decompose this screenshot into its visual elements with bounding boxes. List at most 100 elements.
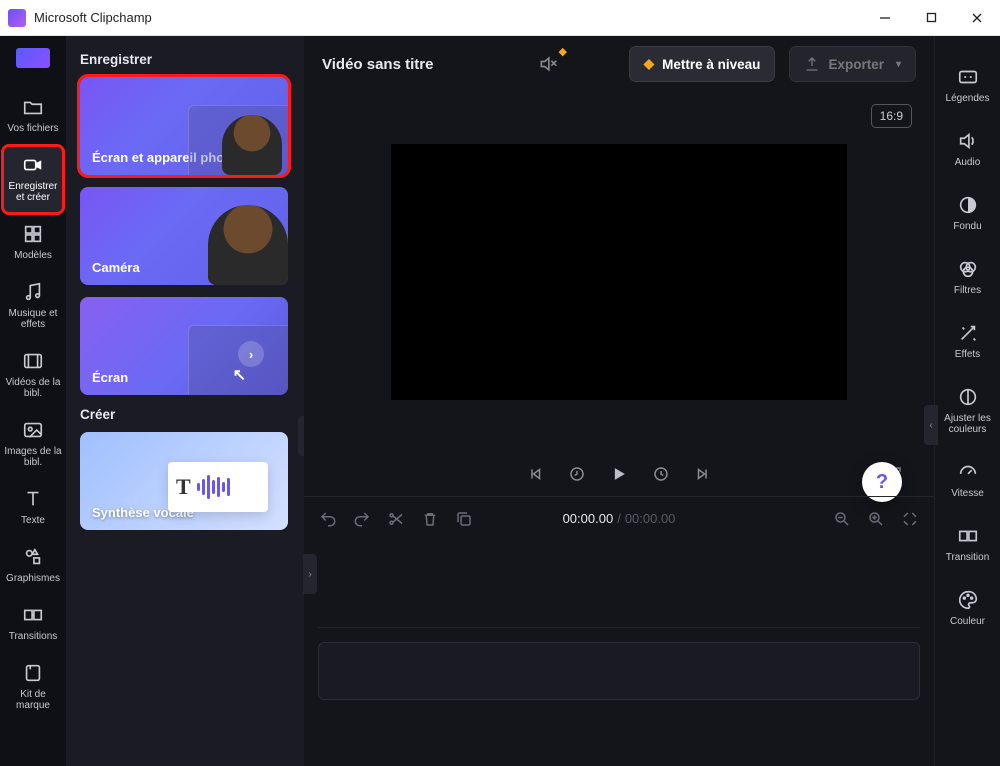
skip-end-button[interactable] <box>693 464 713 484</box>
duplicate-button[interactable] <box>454 509 474 529</box>
maximize-button[interactable] <box>908 0 954 36</box>
speed-icon <box>957 461 979 483</box>
text-icon <box>22 488 44 510</box>
preview-area: 16:9 <box>304 92 934 452</box>
prop-label: Effets <box>955 349 980 360</box>
card-screen-and-camera[interactable]: Écran et appareil photo <box>80 77 288 175</box>
transition-icon <box>22 604 44 626</box>
mute-icon[interactable]: ◆ <box>537 53 559 75</box>
forward-button[interactable] <box>651 464 671 484</box>
nav-graphics[interactable]: Graphismes <box>3 538 63 594</box>
timeline-track-placeholder[interactable] <box>318 642 920 700</box>
folder-icon <box>22 96 44 118</box>
music-icon <box>22 281 44 303</box>
right-properties-rail: Légendes Audio Fondu Filtres Effets Ajus… <box>934 36 1000 766</box>
zoom-in-button[interactable] <box>866 509 886 529</box>
upgrade-label: Mettre à niveau <box>662 57 760 72</box>
prop-label: Légendes <box>946 93 990 104</box>
audio-icon <box>957 130 979 152</box>
prop-filters[interactable]: Filtres <box>938 252 998 302</box>
video-preview[interactable] <box>391 144 847 400</box>
prop-audio[interactable]: Audio <box>938 124 998 174</box>
split-button[interactable] <box>386 509 406 529</box>
filters-icon <box>957 258 979 280</box>
prop-label: Ajuster les couleurs <box>938 413 998 435</box>
transition-prop-icon <box>957 525 979 547</box>
card-camera[interactable]: Caméra <box>80 187 288 285</box>
window-controls <box>862 0 1000 36</box>
nav-library-videos[interactable]: Vidéos de la bibl. <box>3 342 63 409</box>
minimize-button[interactable] <box>862 0 908 36</box>
panel-section-record: Enregistrer <box>80 52 290 67</box>
zoom-out-button[interactable] <box>832 509 852 529</box>
timeline-area[interactable]: › <box>304 540 934 766</box>
templates-icon <box>22 223 44 245</box>
app-icon <box>8 9 26 27</box>
nav-transitions[interactable]: Transitions <box>3 596 63 652</box>
image-icon <box>22 419 44 441</box>
captions-icon <box>957 66 979 88</box>
prop-label: Filtres <box>954 285 981 296</box>
prop-fade[interactable]: Fondu <box>938 188 998 238</box>
card-label: Écran <box>92 370 128 385</box>
nav-your-files[interactable]: Vos fichiers <box>3 88 63 144</box>
upgrade-button[interactable]: ◆ Mettre à niveau <box>629 46 776 82</box>
nav-brand-kit[interactable]: Kit de marque <box>3 654 63 721</box>
redo-button[interactable] <box>352 509 372 529</box>
export-button[interactable]: Exporter ▾ <box>789 46 916 82</box>
aspect-ratio-badge[interactable]: 16:9 <box>871 104 912 128</box>
collapse-right-rail-button[interactable]: ‹ <box>924 405 938 445</box>
card-screen[interactable]: › ↖ Écran <box>80 297 288 395</box>
nav-label: Modèles <box>14 250 52 261</box>
skip-start-button[interactable] <box>525 464 545 484</box>
video-title-input[interactable] <box>322 56 523 73</box>
close-button[interactable] <box>954 0 1000 36</box>
chevron-down-icon: ▾ <box>896 59 901 70</box>
arrow-circle-icon: › <box>238 341 264 367</box>
undo-button[interactable] <box>318 509 338 529</box>
prop-label: Audio <box>955 157 981 168</box>
nav-templates[interactable]: Modèles <box>3 215 63 271</box>
export-label: Exporter <box>828 57 884 72</box>
clipchamp-logo-icon[interactable] <box>16 48 50 68</box>
editor-topbar: ◆ ◆ Mettre à niveau Exporter ▾ <box>304 36 934 92</box>
prop-effects[interactable]: Effets <box>938 316 998 366</box>
panel-section-create: Créer <box>80 407 290 422</box>
window-titlebar: Microsoft Clipchamp <box>0 0 1000 36</box>
shapes-icon <box>22 546 44 568</box>
play-button[interactable] <box>609 464 629 484</box>
nav-label: Musique et effets <box>3 308 63 330</box>
nav-record-create[interactable]: Enregistrer et créer <box>3 146 63 213</box>
nav-library-images[interactable]: Images de la bibl. <box>3 411 63 478</box>
nav-label: Enregistrer et créer <box>3 181 63 203</box>
fade-icon <box>957 194 979 216</box>
premium-diamond-icon: ◆ <box>559 45 567 58</box>
left-nav-rail: Vos fichiers Enregistrer et créer Modèle… <box>0 36 66 766</box>
timecode-display: 00:00.00 / 00:00.00 <box>563 511 676 526</box>
prop-color[interactable]: Couleur <box>938 583 998 633</box>
nav-label: Transitions <box>9 631 58 642</box>
prop-label: Couleur <box>950 616 985 627</box>
nav-text[interactable]: Texte <box>3 480 63 536</box>
prop-label: Transition <box>946 552 990 563</box>
nav-label: Kit de marque <box>3 689 63 711</box>
rewind-button[interactable] <box>567 464 587 484</box>
expand-timeline-button[interactable]: › <box>303 554 317 594</box>
prop-captions[interactable]: Légendes <box>938 60 998 110</box>
nav-label: Texte <box>21 515 45 526</box>
prop-transition[interactable]: Transition <box>938 519 998 569</box>
timeline-ruler[interactable] <box>318 556 920 628</box>
card-label: Caméra <box>92 260 140 275</box>
window-title: Microsoft Clipchamp <box>34 10 152 25</box>
record-create-panel: Enregistrer Écran et appareil photo Camé… <box>66 36 304 766</box>
fit-zoom-button[interactable] <box>900 509 920 529</box>
nav-label: Vos fichiers <box>7 123 58 134</box>
delete-button[interactable] <box>420 509 440 529</box>
prop-label: Fondu <box>953 221 981 232</box>
card-text-to-speech[interactable]: T Synthèse vocale <box>80 432 288 530</box>
nav-label: Images de la bibl. <box>3 446 63 468</box>
prop-speed[interactable]: Vitesse <box>938 455 998 505</box>
nav-music-effects[interactable]: Musique et effets <box>3 273 63 340</box>
prop-adjust-colors[interactable]: Ajuster les couleurs <box>938 380 998 441</box>
brand-kit-icon <box>22 662 44 684</box>
